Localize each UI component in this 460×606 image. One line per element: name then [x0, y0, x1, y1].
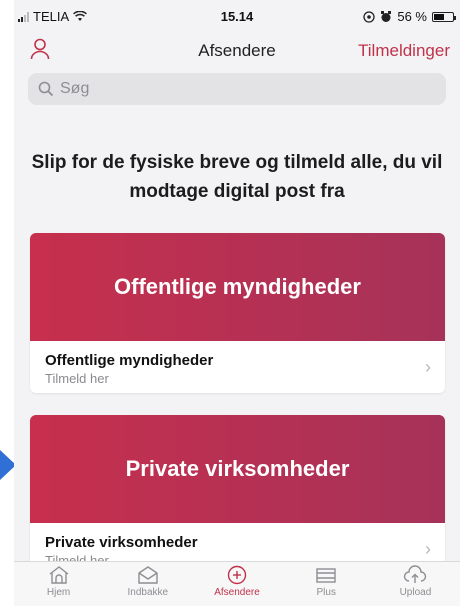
- chevron-right-icon: ›: [425, 357, 431, 377]
- add-circle-icon: [227, 565, 247, 585]
- card-info[interactable]: Offentlige myndigheder Tilmeld her ›: [30, 341, 445, 393]
- card-title: Offentlige myndigheder: [45, 352, 214, 369]
- battery-icon: [432, 11, 456, 22]
- search-field[interactable]: Søg: [28, 73, 446, 105]
- tab-label: Hjem: [46, 587, 71, 598]
- intro-heading: Slip for de fysiske breve og tilmeld all…: [31, 152, 443, 202]
- alarm-icon: [381, 10, 392, 22]
- search-icon: [38, 81, 54, 97]
- tab-label: Afsendere: [214, 587, 260, 598]
- card-banner[interactable]: Private virksomheder: [30, 415, 445, 523]
- private-companies-card[interactable]: Private virksomheder Private virksomhede…: [30, 415, 445, 575]
- navigation-bar: Afsendere Tilmeldinger: [14, 30, 460, 68]
- search-placeholder: Søg: [60, 80, 90, 97]
- tab-indbakke[interactable]: Indbakke: [103, 562, 192, 606]
- public-authorities-card[interactable]: Offentlige myndigheder Offentlige myndig…: [30, 233, 445, 393]
- tab-label: Upload: [399, 587, 432, 598]
- location-icon: [363, 10, 376, 23]
- subscriptions-button[interactable]: Tilmeldinger: [358, 41, 450, 61]
- card-title: Private virksomheder: [45, 534, 198, 551]
- status-right: 56 %: [363, 9, 456, 24]
- home-icon: [49, 566, 69, 584]
- plus-stack-icon: [316, 568, 336, 583]
- tab-upload[interactable]: Upload: [371, 562, 460, 606]
- chevron-right-icon: ›: [425, 539, 431, 559]
- status-bar: TELIA 15.14 56 %: [14, 0, 460, 30]
- tab-afsendere[interactable]: Afsendere: [192, 562, 281, 606]
- card-banner[interactable]: Offentlige myndigheder: [30, 233, 445, 341]
- app-screen: TELIA 15.14 56 % Afsendere Tilmeldinger …: [14, 0, 460, 606]
- tab-plus[interactable]: Plus: [282, 562, 371, 606]
- tab-label: Plus: [316, 587, 336, 598]
- inbox-icon: [138, 566, 158, 584]
- battery-level-fill: [434, 13, 445, 20]
- battery-percentage: 56 %: [397, 9, 427, 24]
- card-banner-title: Private virksomheder: [125, 456, 350, 481]
- cloud-upload-icon: [404, 565, 427, 583]
- card-banner-title: Offentlige myndigheder: [114, 274, 361, 299]
- tab-bar: Hjem Indbakke Afsendere Plus Upload: [14, 561, 460, 606]
- tab-label: Indbakke: [127, 587, 169, 598]
- tab-hjem[interactable]: Hjem: [14, 562, 103, 606]
- card-subtitle: Tilmeld her: [45, 371, 109, 386]
